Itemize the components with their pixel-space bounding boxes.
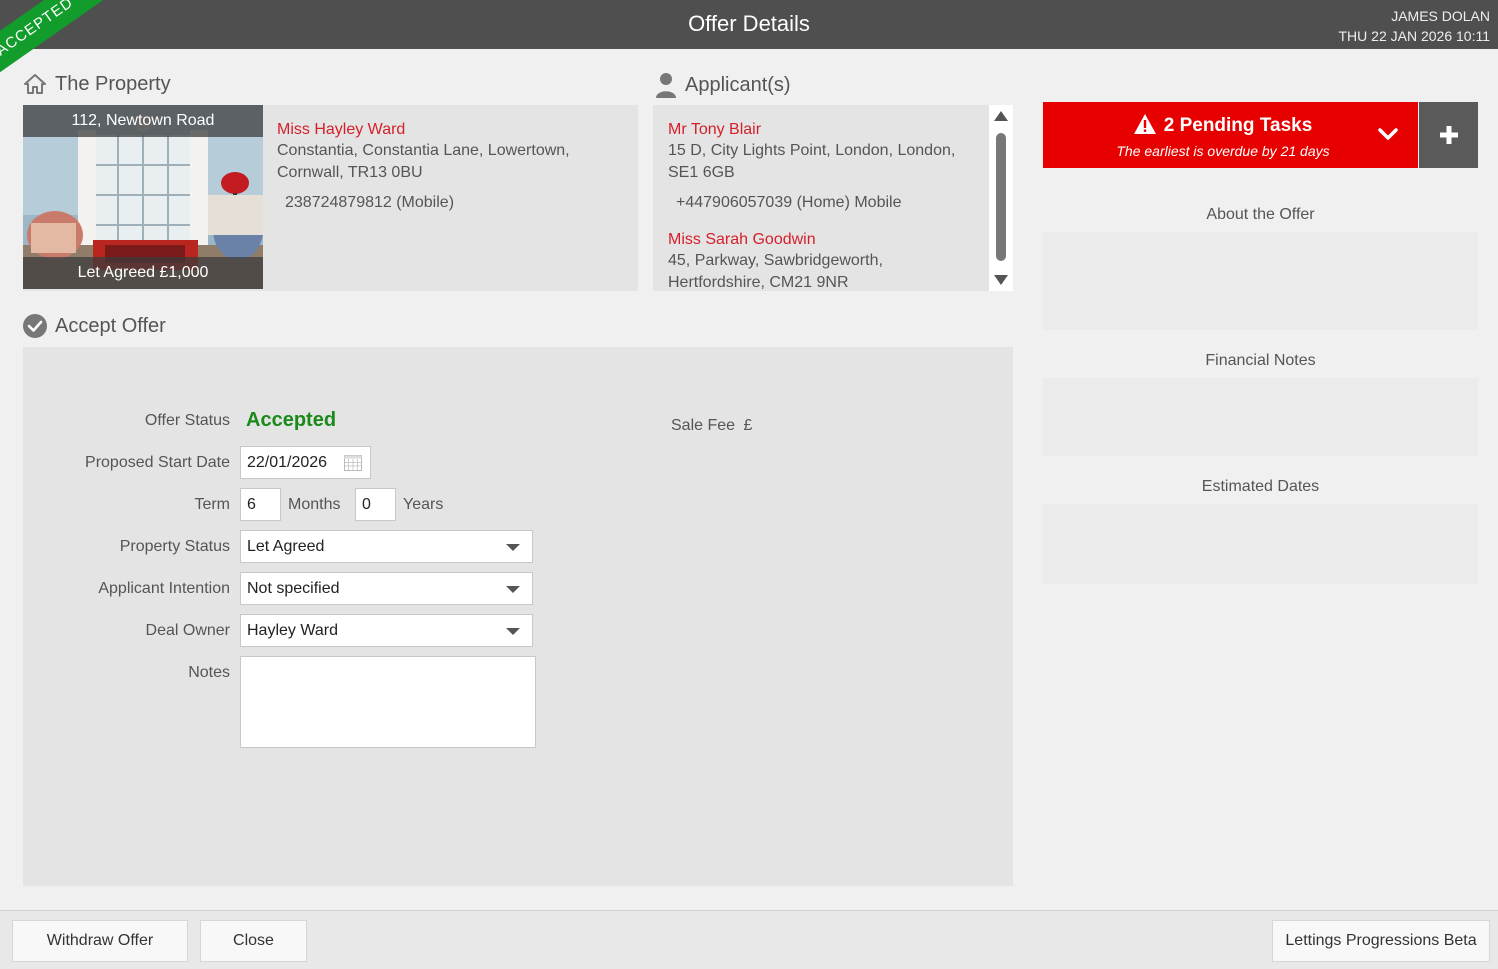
months-label: Months — [288, 496, 341, 513]
sale-fee-row: Sale Fee £ — [671, 417, 752, 435]
chevron-down-icon — [506, 586, 520, 593]
pending-tasks-subtitle: The earliest is overdue by 21 days — [1116, 143, 1330, 159]
applicant-intention-label: Applicant Intention — [98, 580, 230, 597]
lettings-progressions-button[interactable]: Lettings Progressions Beta — [1272, 920, 1490, 962]
chevron-down-icon — [506, 628, 520, 635]
applicant-intention-value: Not specified — [247, 579, 340, 597]
notes-label: Notes — [188, 664, 230, 681]
notes-textarea[interactable] — [240, 656, 536, 748]
property-panel: 112, Newtown Road Let Agreed £1,000 Miss… — [23, 105, 638, 291]
applicant-address-line1: 15 D, City Lights Point, London, London, — [668, 142, 956, 159]
property-status-label: Property Status — [119, 538, 230, 555]
accept-offer-section-header: Accept Offer — [23, 314, 166, 338]
chevron-down-icon — [506, 544, 520, 551]
applicant-item: Miss Sarah Goodwin 45, Parkway, Sawbridg… — [668, 231, 988, 291]
applicant-address-line2: SE1 6GB — [668, 164, 735, 181]
add-task-button[interactable] — [1419, 102, 1478, 168]
deal-owner-label: Deal Owner — [145, 622, 230, 639]
owner-address-line2: Cornwall, TR13 0BU — [277, 164, 423, 181]
pending-tasks-title: 2 Pending Tasks — [1163, 115, 1313, 136]
person-icon — [656, 73, 676, 98]
ribbon-label: ACCEPTED — [0, 0, 107, 80]
user-name: JAMES DOLAN — [1391, 8, 1490, 24]
calendar-icon[interactable] — [344, 454, 362, 471]
current-datetime: THU 22 JAN 2026 10:11 — [1338, 28, 1491, 44]
property-photo[interactable]: 112, Newtown Road Let Agreed £1,000 — [23, 105, 263, 289]
applicant-address-line2: Hertfordshire, CM21 9NR — [668, 274, 849, 291]
deal-owner-value: Hayley Ward — [247, 621, 338, 639]
scroll-up-icon[interactable] — [994, 111, 1008, 121]
close-button[interactable]: Close — [200, 920, 307, 962]
scrollbar-thumb[interactable] — [996, 133, 1006, 261]
warning-icon — [1133, 114, 1156, 134]
applicant-phone: +447906057039 (Home) Mobile — [676, 194, 902, 211]
user-info: JAMES DOLAN THU 22 JAN 2026 10:11 — [1339, 6, 1491, 46]
years-label: Years — [403, 496, 444, 513]
plus-icon — [1439, 126, 1458, 144]
offer-status-value: Accepted — [246, 409, 337, 431]
applicants-scrollbar[interactable] — [989, 105, 1013, 291]
property-status-value: Let Agreed — [247, 537, 325, 555]
accept-offer-section-title: Accept Offer — [55, 314, 166, 337]
about-offer-box — [1043, 232, 1478, 330]
financial-notes-box — [1043, 378, 1478, 456]
footer-bar: Withdraw Offer Close Lettings Progressio… — [0, 910, 1498, 969]
pending-tasks-title-row: 2 Pending Tasks — [1043, 114, 1403, 137]
pending-tasks-banner[interactable]: 2 Pending Tasks The earliest is overdue … — [1043, 102, 1418, 168]
sale-fee-currency: £ — [743, 417, 753, 434]
scroll-down-icon[interactable] — [994, 275, 1008, 285]
applicant-name-link[interactable]: Mr Tony Blair — [668, 121, 988, 139]
owner-name-link[interactable]: Miss Hayley Ward — [277, 121, 627, 139]
about-offer-title: About the Offer — [1206, 206, 1315, 223]
sale-fee-label: Sale Fee — [671, 417, 736, 434]
offer-status-label: Offer Status — [144, 412, 230, 429]
deal-owner-select[interactable]: Hayley Ward — [240, 614, 533, 647]
withdraw-offer-button[interactable]: Withdraw Offer — [12, 920, 188, 962]
applicants-section-title: Applicant(s) — [685, 73, 791, 96]
home-icon — [24, 74, 46, 94]
property-address-caption: 112, Newtown Road — [23, 105, 263, 137]
header-bar: Offer Details JAMES DOLAN THU 22 JAN 202… — [0, 0, 1498, 49]
property-section-title: The Property — [55, 72, 171, 95]
start-date-field[interactable]: 22/01/2026 — [240, 446, 371, 479]
owner-address-line1: Constantia, Constantia Lane, Lowertown, — [277, 142, 570, 159]
financial-notes-title: Financial Notes — [1205, 352, 1316, 369]
applicants-panel[interactable]: Mr Tony Blair 15 D, City Lights Point, L… — [653, 105, 1013, 291]
property-section-header: The Property — [23, 72, 171, 96]
start-date-value: 22/01/2026 — [247, 453, 328, 471]
accept-offer-panel: Offer Status Accepted Proposed Start Dat… — [23, 347, 1013, 886]
term-years-input[interactable]: 0 — [355, 488, 396, 521]
estimated-dates-title: Estimated Dates — [1201, 478, 1320, 495]
chevron-down-icon[interactable] — [1378, 128, 1398, 142]
applicant-address-line1: 45, Parkway, Sawbridgeworth, — [668, 252, 883, 269]
start-date-label: Proposed Start Date — [85, 454, 230, 471]
property-owner-info: Miss Hayley Ward Constantia, Constantia … — [277, 121, 627, 214]
accepted-ribbon: ACCEPTED — [0, 0, 110, 80]
applicant-intention-select[interactable]: Not specified — [240, 572, 533, 605]
estimated-dates-box — [1043, 504, 1478, 584]
property-status-select[interactable]: Let Agreed — [240, 530, 533, 563]
page-title: Offer Details — [688, 11, 810, 36]
term-label: Term — [194, 496, 230, 513]
check-circle-icon — [23, 314, 47, 338]
applicant-name-link[interactable]: Miss Sarah Goodwin — [668, 231, 988, 249]
owner-phone: 238724879812 (Mobile) — [285, 194, 455, 211]
property-status-caption: Let Agreed £1,000 — [23, 257, 263, 289]
term-months-input[interactable]: 6 — [240, 488, 281, 521]
applicant-item: Mr Tony Blair 15 D, City Lights Point, L… — [668, 121, 988, 214]
applicants-section-header: Applicant(s) — [655, 72, 791, 98]
